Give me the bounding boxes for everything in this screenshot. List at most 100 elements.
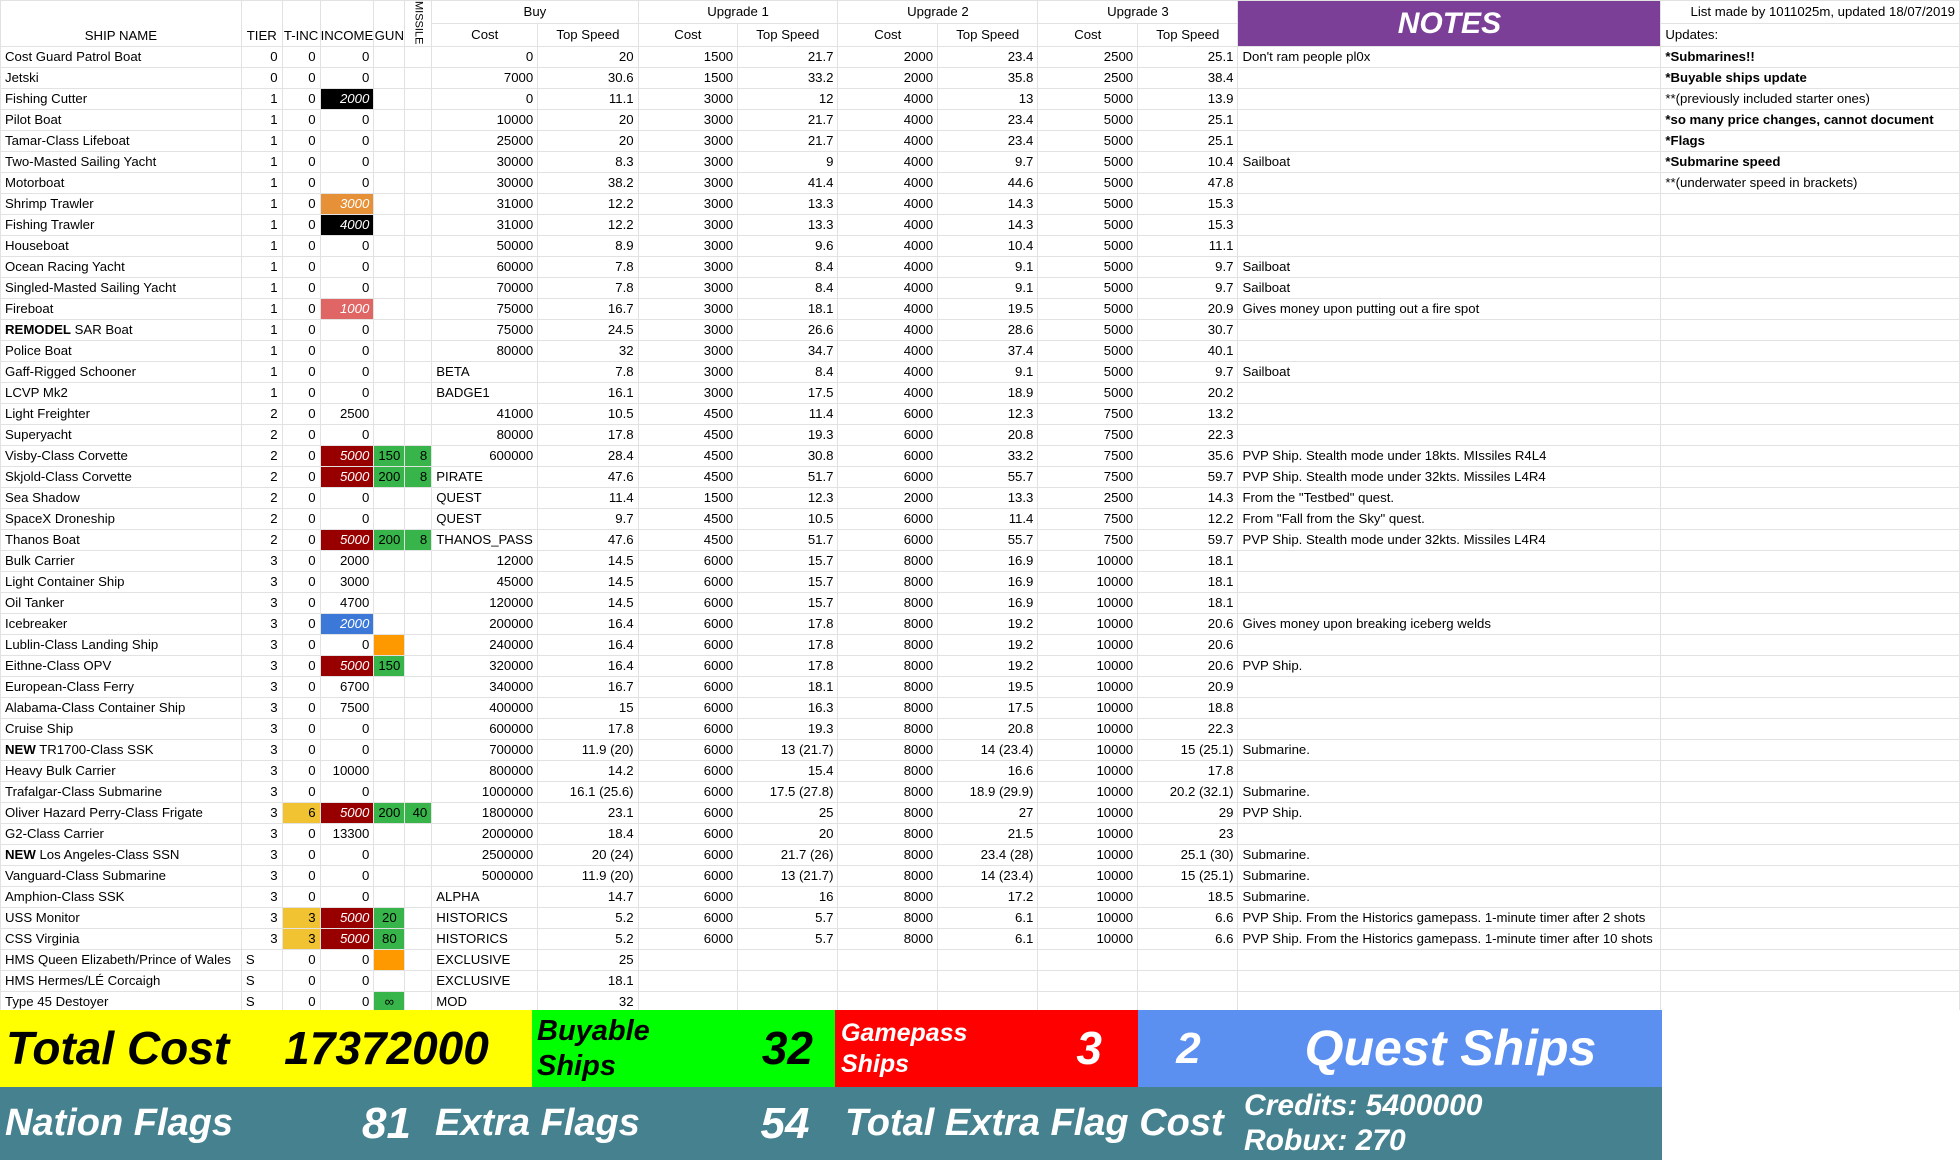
upgrade2-cost-cell: 8000: [837, 634, 939, 657]
upgrade1-cost-cell: 3000: [637, 298, 739, 321]
upgrade1-cost-cell: 1500: [637, 67, 739, 90]
ship-name: SpaceX Droneship: [5, 511, 115, 527]
tinc-cell: 0: [281, 760, 321, 783]
buy-cost-cell: EXCLUSIVE: [431, 970, 539, 993]
tier-cell: 3: [240, 802, 283, 825]
header-u2-speed: Top Speed: [937, 23, 1039, 48]
buy-speed-cell: 18.1: [537, 970, 639, 993]
upgrade1-speed-cell: [737, 970, 839, 993]
tinc-cell: 0: [281, 109, 321, 132]
upgrade1-cost-cell: 6000: [637, 907, 739, 930]
gun-cell: [373, 193, 406, 216]
upgrade2-speed-cell: 6.1: [937, 928, 1039, 951]
upgrade2-speed-cell: 10.4: [937, 235, 1039, 258]
tier-cell: 3: [240, 697, 283, 720]
ship-name-cell: Sea Shadow: [0, 487, 242, 510]
ship-name: Alabama-Class Container Ship: [5, 700, 186, 716]
upgrade3-cost-cell: 10000: [1037, 781, 1139, 804]
gun-cell: [373, 865, 406, 888]
upgrade1-cost-cell: 3000: [637, 109, 739, 132]
ship-name-cell: REMODEL SAR Boat: [0, 319, 242, 342]
updates-cell: [1660, 739, 1960, 762]
upgrade3-speed-cell: 18.1: [1137, 592, 1239, 615]
gun-cell: [373, 592, 406, 615]
upgrade1-speed-cell: 12.3: [737, 487, 839, 510]
buy-cost-cell: 200000: [431, 613, 539, 636]
upgrade2-cost-cell: 6000: [837, 403, 939, 426]
note-cell: PVP Ship.: [1237, 655, 1662, 678]
buy-cost-cell: 800000: [431, 760, 539, 783]
income-cell: 2500: [319, 403, 375, 426]
ship-row: NEW Los Angeles-Class SSN 3 0 0 2500000 20 (2…: [0, 844, 1960, 867]
upgrade3-cost-cell: [1037, 949, 1139, 972]
buy-cost-cell: BADGE1: [431, 382, 539, 405]
upgrade3-cost-cell: 10000: [1037, 550, 1139, 573]
note-cell: PVP Ship. From the Historics gamepass. 1…: [1237, 928, 1662, 951]
upgrade1-cost-cell: 4500: [637, 403, 739, 426]
ship-name: Trafalgar-Class Submarine: [5, 784, 163, 800]
updates-cell: *Submarine speed: [1660, 151, 1960, 174]
note-cell: [1237, 949, 1662, 972]
missile-cell: [404, 718, 433, 741]
income-cell: 5000: [319, 466, 375, 489]
buy-cost-cell: 80000: [431, 340, 539, 363]
buy-cost-cell: 25000: [431, 130, 539, 153]
ship-name-cell: Houseboat: [0, 235, 242, 258]
updates-cell: [1660, 865, 1960, 888]
tier-cell: 3: [240, 823, 283, 846]
header-upgrade2: Upgrade 2: [837, 0, 1039, 25]
buy-cost-cell: 600000: [431, 718, 539, 741]
ship-name: HMS Hermes/LÉ Corcaigh: [5, 973, 161, 989]
tier-cell: 3: [240, 760, 283, 783]
upgrade2-cost-cell: 4000: [837, 214, 939, 237]
ship-row: NEW TR1700-Class SSK 3 0 0 700000 11.9 (20) 60…: [0, 739, 1960, 762]
gun-cell: 150: [373, 655, 406, 678]
tinc-cell: 0: [281, 340, 321, 363]
upgrade3-speed-cell: 20.6: [1137, 613, 1239, 636]
ship-name-cell: Skjold-Class Corvette: [0, 466, 242, 489]
tinc-cell: 0: [281, 277, 321, 300]
upgrade2-cost-cell: 6000: [837, 529, 939, 552]
upgrade3-cost-cell: 7500: [1037, 445, 1139, 468]
upgrade2-cost-cell: 8000: [837, 844, 939, 867]
ship-name-cell: Oliver Hazard Perry-Class Frigate: [0, 802, 242, 825]
upgrade1-speed-cell: 19.3: [737, 718, 839, 741]
upgrade3-cost-cell: 5000: [1037, 109, 1139, 132]
upgrade3-cost-cell: 5000: [1037, 151, 1139, 174]
buy-cost-cell: 30000: [431, 172, 539, 195]
tinc-cell: 0: [281, 298, 321, 321]
note-cell: Gives money upon breaking iceberg welds: [1237, 613, 1662, 636]
upgrade1-speed-cell: 16: [737, 886, 839, 909]
buy-cost-cell: 60000: [431, 256, 539, 279]
note-cell: Submarine.: [1237, 886, 1662, 909]
header-u3-speed: Top Speed: [1137, 23, 1239, 48]
note-cell: From "Fall from the Sky" quest.: [1237, 508, 1662, 531]
tier-cell: 1: [240, 277, 283, 300]
tinc-cell: 0: [281, 949, 321, 972]
upgrade3-cost-cell: 10000: [1037, 844, 1139, 867]
upgrade1-speed-cell: 5.7: [737, 907, 839, 930]
tinc-cell: 0: [281, 67, 321, 90]
gun-cell: [373, 88, 406, 111]
updates-cell: [1660, 802, 1960, 825]
upgrade2-cost-cell: 4000: [837, 109, 939, 132]
upgrade1-cost-cell: 6000: [637, 613, 739, 636]
tinc-cell: 0: [281, 361, 321, 384]
upgrade3-cost-cell: 7500: [1037, 424, 1139, 447]
upgrade2-cost-cell: 4000: [837, 256, 939, 279]
tinc-cell: 0: [281, 550, 321, 573]
ship-row: Fireboat 1 0 1000 75000 16.7 3000 18.1 4000 19.5 5…: [0, 298, 1960, 321]
tier-cell: 3: [240, 655, 283, 678]
tier-cell: 0: [240, 67, 283, 90]
upgrade2-cost-cell: 8000: [837, 739, 939, 762]
missile-cell: [404, 424, 433, 447]
ship-name-cell: NEW Los Angeles-Class SSN: [0, 844, 242, 867]
ship-name-cell: Light Freighter: [0, 403, 242, 426]
upgrade3-cost-cell: 7500: [1037, 466, 1139, 489]
upgrade3-cost-cell: [1037, 970, 1139, 993]
upgrade2-speed-cell: 14.3: [937, 193, 1039, 216]
upgrade2-speed-cell: 37.4: [937, 340, 1039, 363]
missile-cell: [404, 340, 433, 363]
ship-spreadsheet: SHIP NAME TIER T-INC INCOME GUN MISSILE …: [0, 0, 1960, 1014]
tinc-cell: 0: [281, 130, 321, 153]
